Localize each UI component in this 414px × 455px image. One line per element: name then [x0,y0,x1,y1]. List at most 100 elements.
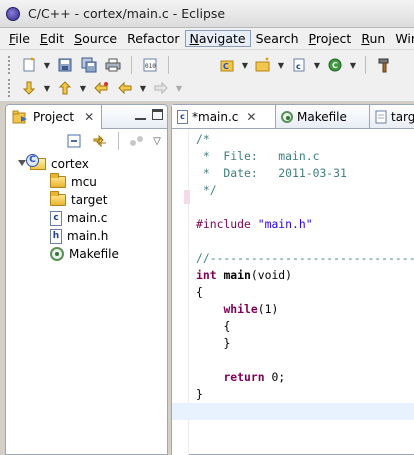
close-icon[interactable]: ✕ [246,110,256,124]
toolbar-grip[interactable] [8,79,11,97]
title-bar: C/C++ - cortex/main.c - Eclipse [0,0,414,28]
code-line: * File: main.c [196,149,320,163]
code-line: /* [196,132,210,146]
menu-project[interactable]: Project [304,30,357,47]
new-dropdown-icon[interactable]: ▼ [43,55,51,75]
code-editor[interactable]: /* * File: main.c * Date: 2011-03-31 */ … [172,131,414,420]
menu-source[interactable]: Source [69,30,122,47]
tab-target[interactable]: targ [370,105,414,128]
toolbar-separator [365,56,366,74]
new-icon[interactable] [19,55,39,75]
maximize-icon[interactable] [152,109,163,120]
project-tree: cortex mcu target c main.c h main.h Make… [6,154,167,263]
keyword: while [223,302,258,316]
toolbar-row-2: ▼ ▼ ▼ ▼ [8,76,183,100]
tab-project-label: Project [33,110,75,124]
last-edit-location-icon[interactable] [91,78,111,98]
tree-item-project[interactable]: cortex [6,154,167,173]
new-c-project-dropdown-icon[interactable]: ▼ [241,55,249,75]
new-class-icon[interactable]: C [325,55,345,75]
view-menu-icon[interactable]: ▽ [153,131,161,151]
code-line: int main(void) [196,267,414,284]
function-name: main [223,268,251,282]
menu-refactor[interactable]: Refactor [122,30,184,47]
tree-item-file[interactable]: Makefile [6,245,167,263]
menu-edit[interactable]: Edit [35,30,69,47]
menu-search[interactable]: Search [251,30,304,47]
tree-item-file[interactable]: c main.c [6,209,167,227]
eclipse-icon [6,6,20,21]
close-icon[interactable]: ✕ [84,110,94,124]
back-icon[interactable] [115,78,135,98]
new-source-file-icon[interactable]: c [289,55,309,75]
svg-text:010: 010 [145,63,156,70]
save-all-icon[interactable] [79,55,99,75]
new-class-dropdown-icon[interactable]: ▼ [349,55,357,75]
previous-annotation-dropdown-icon[interactable]: ▼ [79,78,87,98]
menu-file[interactable]: File [4,30,35,47]
tree-item-folder[interactable]: target [6,191,167,209]
tree-item-label: cortex [51,157,89,171]
makefile-icon [281,111,293,123]
new-c-project-icon[interactable]: C [217,55,237,75]
code-text: (1) [257,302,279,316]
toolbar-grip[interactable] [8,56,11,74]
tab-project[interactable]: Project ✕ [6,105,102,129]
code-line: * Date: 2011-03-31 [196,166,347,180]
project-explorer: Project ✕ ▽ cortex mcu [5,104,168,455]
link-with-editor-icon[interactable] [90,131,110,151]
tree-item-label: mcu [71,175,97,189]
collapse-all-icon[interactable] [64,131,84,151]
filters-icon[interactable] [127,131,147,151]
tree-item-label: target [71,193,108,207]
code-line: return 0; [196,369,414,386]
hammer-icon[interactable] [374,55,394,75]
next-annotation-icon[interactable] [19,78,39,98]
print-icon[interactable] [103,55,123,75]
menu-window[interactable]: Windo [390,30,414,47]
c-project-icon [26,154,46,170]
tree-item-folder[interactable]: mcu [6,173,167,191]
tab-label: Makefile [297,110,347,124]
code-text: { [223,319,231,333]
folder-icon [50,173,66,188]
toolbar-separator [168,56,169,74]
menu-run[interactable]: Run [356,30,390,47]
tree-item-file[interactable]: h main.h [6,227,167,245]
forward-icon[interactable] [151,78,171,98]
code-line: } [196,387,203,401]
tab-label: targ [391,110,414,124]
minimize-icon[interactable] [135,109,146,120]
makefile-icon [50,247,64,261]
new-source-folder-dropdown-icon[interactable]: ▼ [277,55,285,75]
previous-annotation-icon[interactable] [55,78,75,98]
forward-dropdown-icon[interactable]: ▼ [175,78,183,98]
code-line: //-------------------------------- [196,251,414,265]
tab-label: *main.c [192,110,239,124]
next-annotation-dropdown-icon[interactable]: ▼ [43,78,51,98]
toolbar-row-1: ▼ 010 C ▼ ▼ c ▼ C ▼ [8,53,394,77]
current-line [172,403,414,420]
binary-icon[interactable]: 010 [140,55,160,75]
svg-text:c: c [296,62,301,71]
code-text: } [223,336,231,350]
new-source-folder-icon[interactable] [253,55,273,75]
code-line: { [196,318,414,335]
c-file-icon: c [50,210,62,226]
menu-navigate[interactable]: Navigate [184,30,251,47]
code-line: { [196,285,203,299]
back-dropdown-icon[interactable]: ▼ [139,78,147,98]
save-icon[interactable] [55,55,75,75]
expand-arrow-icon[interactable] [18,160,26,166]
panel-controls [135,109,163,120]
editor-area: c *main.c ✕ Makefile targ /* * File: mai… [171,104,414,455]
svg-text:C: C [223,62,229,71]
keyword: int [196,268,217,282]
string-literal: "main.h" [257,217,313,231]
tab-main-c[interactable]: c *main.c ✕ [172,105,276,128]
code-line: } [196,335,414,352]
new-source-file-dropdown-icon[interactable]: ▼ [313,55,321,75]
tab-makefile[interactable]: Makefile [276,105,370,128]
